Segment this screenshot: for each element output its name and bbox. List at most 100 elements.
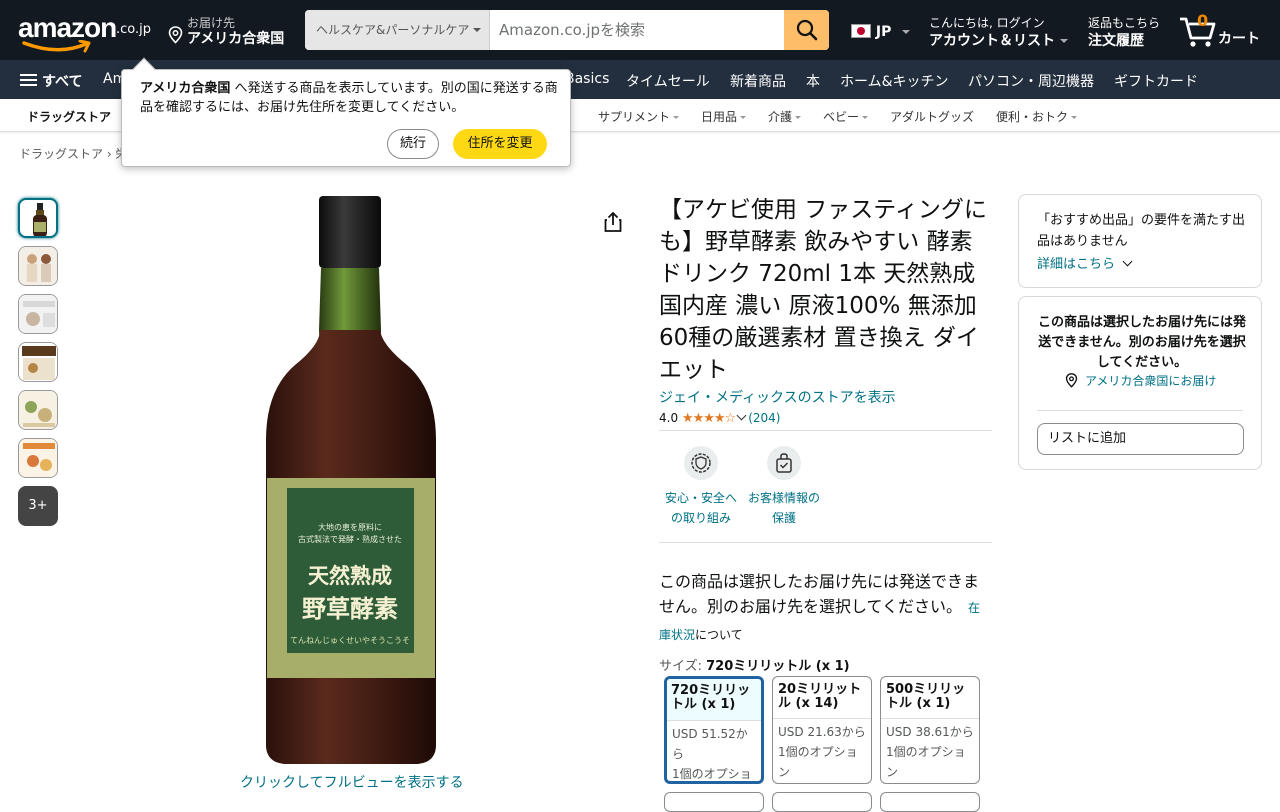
thumbnail-6[interactable] [18, 438, 58, 478]
search-input[interactable] [490, 10, 784, 50]
caret-down-icon [902, 30, 911, 34]
thumbnail-3[interactable] [18, 294, 58, 334]
nav-item-new[interactable]: 新着商品 [730, 71, 786, 91]
cart-button[interactable]: 0 カート [1178, 10, 1268, 50]
rating-value: 4.0 [659, 411, 679, 425]
people-thumbnail-image [19, 247, 57, 285]
category-item-daily[interactable]: 日用品 [701, 108, 747, 125]
returns-orders-link[interactable]: 返品もこちら 注文履歴 [1088, 14, 1160, 50]
full-view-link[interactable]: クリックしてフルビューを表示する [240, 772, 464, 792]
label-title2: 野草酵素 [302, 594, 398, 623]
size-selected-value: 720ミリリットル (x 1) [706, 659, 850, 674]
size-option-count: 1個のオプション [778, 745, 858, 779]
smile-arrow-icon [22, 40, 91, 53]
size-option-price: USD 51.52から [672, 727, 748, 761]
label-reading: てんねんじゅくせいやそうこうそ [290, 636, 410, 645]
size-option-partial[interactable] [880, 792, 980, 812]
search-category-label: ヘルスケア&パーソナルケア [316, 23, 470, 37]
privacy-badge-line2: 保護 [771, 511, 796, 525]
thumbnail-1[interactable] [18, 198, 58, 238]
size-option-partial[interactable] [772, 792, 872, 812]
category-label: 介護 [768, 110, 793, 124]
add-to-list-button[interactable]: リストに追加 [1037, 423, 1244, 455]
thumbnail-4[interactable] [18, 342, 58, 382]
product-title: 【アケビ使用 ファスティングにも】野草酵素 飲みやすい 酵素ドリンク 720ml… [659, 197, 987, 383]
hamburger-icon [20, 74, 37, 87]
change-address-button[interactable]: 住所を変更 [453, 129, 547, 159]
category-title[interactable]: ドラッグストア [27, 108, 111, 125]
account-menu[interactable]: こんにちは, ログイン アカウント＆リスト [929, 14, 1068, 50]
popover-country: アメリカ合衆国 [140, 81, 231, 96]
size-option-20ml[interactable]: 20ミリリットル (x 14) USD 21.63から 1個のオプション [772, 676, 872, 784]
nav-item-books[interactable]: 本 [806, 71, 820, 91]
buy-box: この商品は選択したお届け先には発送できません。別のお届け先を選択してください。 … [1018, 296, 1262, 470]
nav-item-giftcard[interactable]: ギフトカード [1114, 71, 1198, 91]
location-pin-icon [168, 26, 183, 44]
nav-item-home-kitchen[interactable]: ホーム&キッチン [840, 71, 949, 91]
amazon-logo[interactable]: amazon .co.jp [18, 12, 153, 53]
logo-suffix: .co.jp [116, 22, 152, 37]
unavailable-text: この商品は選択したお届け先には発送できません。別のお届け先を選択してください。 [659, 572, 980, 616]
caret-down-icon [740, 116, 747, 119]
top-nav: amazon .co.jp お届け先 アメリカ合衆国 ヘルスケア&パーソナルケア [0, 0, 1280, 60]
all-menu-button[interactable]: すべて [20, 71, 82, 91]
account-lists-label: アカウント＆リスト [929, 33, 1055, 49]
caret-down-icon [1071, 116, 1078, 119]
label-line2: 古式製法で発酵・熟成させた [298, 534, 402, 544]
size-option-name: 500ミリリットル (x 1) [881, 677, 979, 719]
breadcrumb[interactable]: ドラッグストア › 栄 [19, 145, 127, 162]
nav-item-basics[interactable]: Basics [565, 71, 609, 87]
orders-label: 注文履歴 [1088, 33, 1144, 49]
size-option-price: USD 38.61から [886, 725, 974, 739]
search-icon [796, 19, 817, 41]
divider [659, 542, 992, 543]
divider [659, 430, 992, 431]
search-category-select[interactable]: ヘルスケア&パーソナルケア [305, 10, 490, 50]
deliver-to-country: アメリカ合衆国 [187, 31, 285, 47]
chevron-down-icon [1122, 256, 1133, 267]
more-images-button[interactable]: 3+ [18, 486, 58, 526]
thumbnail-2[interactable] [18, 246, 58, 286]
shipping-country-popover: アメリカ合衆国 へ発送する商品を表示しています。別の国に発送する商品を確認するに… [121, 57, 571, 167]
popover-message: アメリカ合衆国 へ発送する商品を表示しています。別の国に発送する商品を確認するに… [140, 79, 560, 117]
safety-badge[interactable]: 安心・安全へ の取り組み [661, 446, 741, 528]
category-item-baby[interactable]: ベビー [823, 108, 869, 125]
category-label: 便利・おトク [996, 110, 1069, 124]
ingredients-thumbnail-image [19, 343, 57, 381]
fruits-thumbnail-image [19, 439, 57, 477]
category-item-adult[interactable]: アダルトグッズ [890, 108, 974, 125]
size-option-price: USD 21.63から [778, 725, 866, 739]
store-link[interactable]: ジェイ・メディックスのストアを表示 [659, 387, 896, 407]
category-item-deals[interactable]: 便利・おトク [996, 108, 1078, 125]
product-main-image[interactable]: 大地の恵を原料に 古式製法で発酵・熟成させた 天然熟成 野草酵素 てんねんじゅく… [250, 190, 450, 770]
caret-down-icon [795, 116, 802, 119]
size-option-500ml[interactable]: 500ミリリットル (x 1) USD 38.61から 1個のオプション [880, 676, 980, 784]
nav-item-timesale[interactable]: タイムセール [626, 71, 710, 91]
search-bar: ヘルスケア&パーソナルケア [305, 10, 829, 50]
rating-summary[interactable]: 4.0 ★★★★☆ (204) [659, 410, 780, 426]
size-option-partial[interactable] [664, 792, 764, 812]
thumbnail-5[interactable] [18, 390, 58, 430]
caret-down-icon [1060, 39, 1068, 43]
language-selector[interactable]: JP [851, 24, 911, 40]
share-icon[interactable] [603, 211, 623, 233]
all-label: すべて [42, 74, 83, 90]
continue-button[interactable]: 続行 [387, 129, 439, 159]
search-button[interactable] [784, 10, 829, 50]
safety-badge-line1: 安心・安全へ [664, 491, 737, 505]
category-item-care[interactable]: 介護 [768, 108, 802, 125]
rating-count[interactable]: (204) [748, 411, 780, 425]
privacy-badge[interactable]: お客様情報の 保護 [744, 446, 824, 528]
category-label: サプリメント [598, 110, 671, 124]
location-pin-icon [1065, 373, 1078, 388]
details-link[interactable]: 詳細はこちら [1037, 253, 1133, 272]
returns-label: 返品もこちら [1088, 16, 1161, 30]
category-item-supplements[interactable]: サプリメント [598, 108, 680, 125]
lock-check-icon [767, 446, 801, 480]
size-option-count: 1個のオプション [672, 767, 752, 781]
label-title1: 天然熟成 [308, 563, 392, 588]
ship-to-link[interactable]: アメリカ合衆国にお届け [1085, 372, 1216, 389]
nav-item-pc[interactable]: パソコン・周辺機器 [968, 71, 1094, 91]
label-line1: 大地の恵を原料に [318, 522, 382, 532]
size-option-720ml[interactable]: 720ミリリットル (x 1) USD 51.52から 1個のオプション [664, 676, 764, 784]
